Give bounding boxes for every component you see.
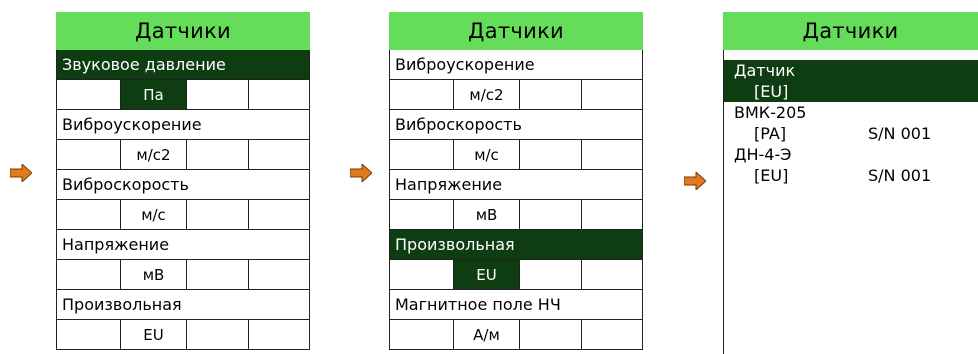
arrow-right-icon xyxy=(350,164,372,182)
sensor-type-list: Виброускорение м/с2 Виброскорость м/с На… xyxy=(389,50,643,350)
unit-cell: мВ xyxy=(121,260,187,289)
sensor-type-list: Звуковое давление Па Виброускорение м/с2… xyxy=(56,50,310,350)
unit-cell: м/с2 xyxy=(121,140,187,169)
sensor-unit: [PA] xyxy=(754,124,787,143)
sensor-serial: S/N 001 xyxy=(868,124,932,143)
screen-title: Датчики xyxy=(56,12,310,50)
sensor-type-name: Произвольная xyxy=(57,290,309,320)
sensor-type-name: Произвольная xyxy=(390,230,642,260)
list-item[interactable]: Виброскорость м/с xyxy=(57,170,309,230)
unit-cell: м/с2 xyxy=(454,80,520,109)
screen-title: Датчики xyxy=(389,12,643,50)
unit-cell: м/с xyxy=(121,200,187,229)
list-item[interactable]: Виброскорость м/с xyxy=(390,110,642,170)
screen-title: Датчики xyxy=(723,12,978,50)
sensor-type-name: Виброскорость xyxy=(390,110,642,140)
sensor-type-name: Напряжение xyxy=(57,230,309,260)
sensor-type-name: Звуковое давление xyxy=(57,50,309,80)
sensors-screen-1: Датчики Звуковое давление Па Виброускоре… xyxy=(56,12,310,354)
unit-cell: мВ xyxy=(454,200,520,229)
sensor-unit: [EU] xyxy=(754,166,789,185)
unit-cell: м/с xyxy=(454,140,520,169)
sensor-name: ВМК-205 xyxy=(734,103,807,122)
sensor-type-name: Напряжение xyxy=(390,170,642,200)
sensors-screen-3: Датчики Датчик [EU] ВМК-205 [PA] S/N 001… xyxy=(723,12,978,354)
list-item[interactable]: Напряжение мВ xyxy=(390,170,642,230)
list-item[interactable]: Напряжение мВ xyxy=(57,230,309,290)
header-label: Датчик xyxy=(734,61,796,80)
list-item[interactable]: ВМК-205 [PA] S/N 001 xyxy=(724,102,978,144)
list-item[interactable]: Виброускорение м/с2 xyxy=(390,50,642,110)
sensors-screen-2: Датчики Виброускорение м/с2 Виброскорост… xyxy=(389,12,643,354)
unit-cell: EU xyxy=(121,320,187,349)
arrow-right-icon xyxy=(684,172,706,190)
list-item[interactable]: Произвольная EU xyxy=(57,290,309,350)
sensor-type-name: Магнитное поле НЧ xyxy=(390,290,642,320)
selected-sensor-header[interactable]: Датчик [EU] xyxy=(724,60,978,102)
unit-cell: А/м xyxy=(454,320,520,349)
unit-cell: EU xyxy=(454,260,520,289)
list-item[interactable]: Произвольная EU xyxy=(390,230,642,290)
list-item[interactable]: Звуковое давление Па xyxy=(57,50,309,110)
sensor-list: Датчик [EU] ВМК-205 [PA] S/N 001 ДН-4-Э … xyxy=(723,50,978,354)
sensor-serial: S/N 001 xyxy=(868,166,932,185)
arrow-right-icon xyxy=(10,164,32,182)
list-item[interactable]: ДН-4-Э [EU] S/N 001 xyxy=(724,144,978,186)
sensor-name: ДН-4-Э xyxy=(734,145,792,164)
sensor-type-name: Виброскорость xyxy=(57,170,309,200)
list-item[interactable]: Виброускорение м/с2 xyxy=(57,110,309,170)
unit-cell: Па xyxy=(121,80,187,109)
list-item[interactable]: Магнитное поле НЧ А/м xyxy=(390,290,642,350)
header-unit: [EU] xyxy=(754,82,789,101)
sensor-type-name: Виброускорение xyxy=(390,50,642,80)
sensor-type-name: Виброускорение xyxy=(57,110,309,140)
